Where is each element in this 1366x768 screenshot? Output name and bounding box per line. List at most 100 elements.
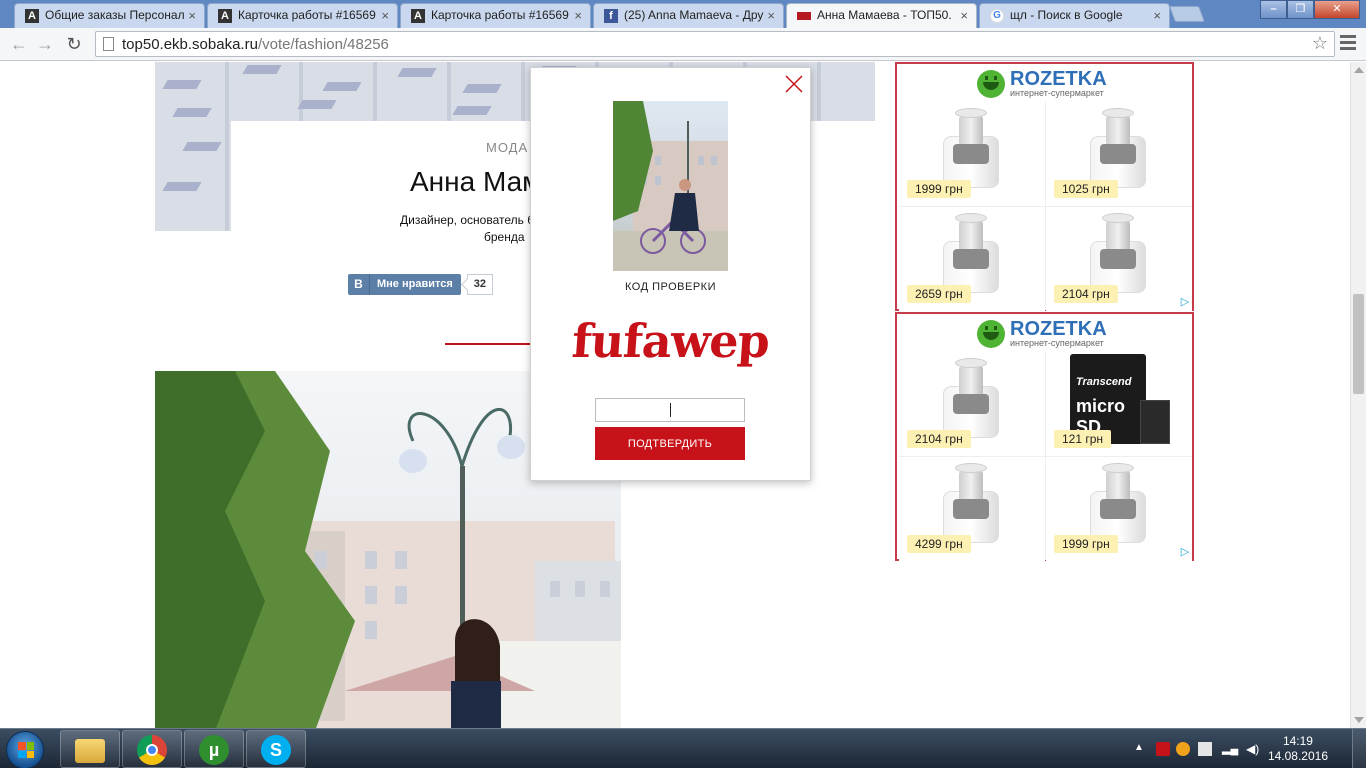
browser-tab[interactable]: A Карточка работы #16569 × <box>400 3 591 28</box>
rozetka-ad-banner[interactable]: ROZETKA интернет-супермаркет 1999 грн 1025 … <box>895 62 1194 311</box>
ad-product[interactable]: 2104 грн <box>1046 207 1192 311</box>
tray-device-icon[interactable] <box>1198 742 1212 756</box>
browser-tab[interactable]: f (25) Anna Mamaeva - Дру × <box>593 3 784 28</box>
ad-price: 2659 грн <box>907 285 971 303</box>
ad-price: 1999 грн <box>1054 535 1118 553</box>
ad-price: 1025 грн <box>1054 180 1118 198</box>
page-icon <box>103 37 114 51</box>
bookmark-star-icon[interactable]: ☆ <box>1312 33 1328 54</box>
vk-like-count: 32 <box>466 274 494 295</box>
confirm-button[interactable]: ПОДТВЕРДИТЬ <box>595 427 745 460</box>
windows-taskbar: µ S ▲ ▂▄ ◀) 14:19 14.08.2016 <box>0 728 1366 768</box>
tab-title: Карточка работы #16569 <box>431 8 569 22</box>
scroll-up-arrow[interactable] <box>1354 67 1364 73</box>
vk-like-widget: В Мне нравится 32 <box>348 274 494 295</box>
system-tray: ▲ ▂▄ ◀) 14:19 14.08.2016 <box>1126 729 1366 768</box>
address-bar[interactable]: top50.ekb.sobaka.ru/vote/fashion/48256 ☆ <box>95 31 1335 57</box>
tab-close-icon[interactable]: × <box>574 4 582 27</box>
tab-title: щл - Поиск в Google <box>1010 8 1123 22</box>
tab-close-icon[interactable]: × <box>1153 4 1161 27</box>
tab-close-icon[interactable]: × <box>960 4 968 27</box>
back-icon[interactable]: ← <box>8 33 30 55</box>
ad-product[interactable]: 2659 грн <box>899 207 1045 311</box>
ad-product[interactable]: Transcend micro SD 121 грн <box>1046 352 1192 456</box>
chrome-icon <box>137 735 167 765</box>
url-text[interactable]: top50.ekb.sobaka.ru/vote/fashion/48256 <box>122 36 389 53</box>
ad-product[interactable]: 1999 грн <box>1046 457 1192 561</box>
volume-icon[interactable]: ◀) <box>1246 742 1260 756</box>
tab-close-icon[interactable]: × <box>381 4 389 27</box>
ad-product[interactable]: 1999 грн <box>899 102 1045 206</box>
browser-toolbar: ← → ↻ top50.ekb.sobaka.ru/vote/fashion/4… <box>0 28 1366 61</box>
tab-strip: A Общие заказы Персонал × A Карточка работы … <box>0 0 1366 28</box>
meat-grinder-image <box>1084 108 1154 188</box>
meat-grinder-image <box>937 358 1007 438</box>
show-desktop-button[interactable] <box>1352 729 1366 768</box>
ad-tagline: интернет-супермаркет <box>1010 338 1104 348</box>
meat-grinder-image <box>1084 463 1154 543</box>
google-icon: G <box>990 9 1004 23</box>
ad-price: 4299 грн <box>907 535 971 553</box>
minimize-button[interactable]: – <box>1260 0 1287 19</box>
a-icon: A <box>411 9 425 23</box>
browser-tab[interactable]: A Карточка работы #16569 × <box>207 3 398 28</box>
browser-tab[interactable]: Gщл - Поиск в Google × <box>979 3 1170 28</box>
network-signal-icon[interactable]: ▂▄ <box>1222 742 1238 756</box>
scroll-down-arrow[interactable] <box>1354 717 1364 723</box>
chrome-menu-icon[interactable] <box>1340 35 1356 53</box>
profile-thumbnail <box>613 101 728 271</box>
tab-close-icon[interactable]: × <box>188 4 196 27</box>
tray-flag-icon[interactable] <box>1156 742 1170 756</box>
new-tab-button[interactable] <box>1169 6 1205 22</box>
tray-expand-icon[interactable]: ▲ <box>1134 742 1148 756</box>
vk-like-button[interactable]: В Мне нравится <box>348 274 461 295</box>
page-viewport: МОДА Анна Мамаева Дизайнер, основатель б… <box>0 62 1350 728</box>
window-close-button[interactable]: ✕ <box>1314 0 1360 19</box>
smiley-logo-icon <box>977 70 1005 98</box>
text-caret <box>670 403 671 417</box>
rozetka-ad-banner[interactable]: ROZETKA интернет-супермаркет 2104 грн Trans… <box>895 312 1194 561</box>
ad-price: 1999 грн <box>907 180 971 198</box>
captcha-code-label: КОД ПРОВЕРКИ <box>625 281 716 293</box>
smiley-logo-icon <box>977 320 1005 348</box>
ad-price: 2104 грн <box>1054 285 1118 303</box>
taskbar-explorer[interactable] <box>60 730 120 768</box>
clock[interactable]: 14:19 14.08.2016 <box>1268 734 1328 764</box>
adchoices-icon[interactable]: ▷ <box>1179 296 1191 308</box>
captcha-image: fufawep <box>570 314 771 368</box>
explorer-icon <box>75 739 105 763</box>
rozetka-logo[interactable]: ROZETKA интернет-супермаркет <box>977 319 1107 349</box>
taskbar-skype[interactable]: S <box>246 730 306 768</box>
divider <box>445 343 533 345</box>
utorrent-icon: µ <box>199 735 229 765</box>
ad-product-grid: 2104 грн Transcend micro SD 121 грн 4299 грн… <box>899 352 1192 561</box>
ad-brand-name: ROZETKA <box>1010 318 1107 340</box>
taskbar-chrome[interactable] <box>122 730 182 768</box>
tab-title: Общие заказы Персонал <box>45 8 185 22</box>
ad-product[interactable]: 2104 грн <box>899 352 1045 456</box>
close-icon[interactable] <box>784 74 804 94</box>
category-label[interactable]: МОДА <box>486 140 528 155</box>
facebook-icon: f <box>604 9 618 23</box>
maximize-button[interactable]: ❐ <box>1287 0 1314 19</box>
page-scrollbar[interactable] <box>1350 62 1366 728</box>
ad-product[interactable]: 4299 грн <box>899 457 1045 561</box>
ad-product[interactable]: 1025 грн <box>1046 102 1192 206</box>
a-icon: A <box>218 9 232 23</box>
meat-grinder-image <box>1084 213 1154 293</box>
meat-grinder-image <box>937 108 1007 188</box>
taskbar-utorrent[interactable]: µ <box>184 730 244 768</box>
tab-title: Карточка работы #16569 <box>238 8 376 22</box>
scrollbar-thumb[interactable] <box>1353 294 1364 394</box>
reload-icon[interactable]: ↻ <box>63 33 85 55</box>
meat-grinder-image <box>937 463 1007 543</box>
meat-grinder-image <box>937 213 1007 293</box>
start-button[interactable] <box>6 731 44 768</box>
forward-icon[interactable]: → <box>34 33 56 55</box>
browser-tab[interactable]: A Общие заказы Персонал × <box>14 3 205 28</box>
adchoices-icon[interactable]: ▷ <box>1179 546 1191 558</box>
tab-close-icon[interactable]: × <box>767 4 775 27</box>
tray-app-icon[interactable] <box>1176 742 1190 756</box>
browser-tab[interactable]: Анна Мамаева - ТОП50. × <box>786 3 977 28</box>
rozetka-logo[interactable]: ROZETKA интернет-супермаркет <box>977 69 1107 99</box>
